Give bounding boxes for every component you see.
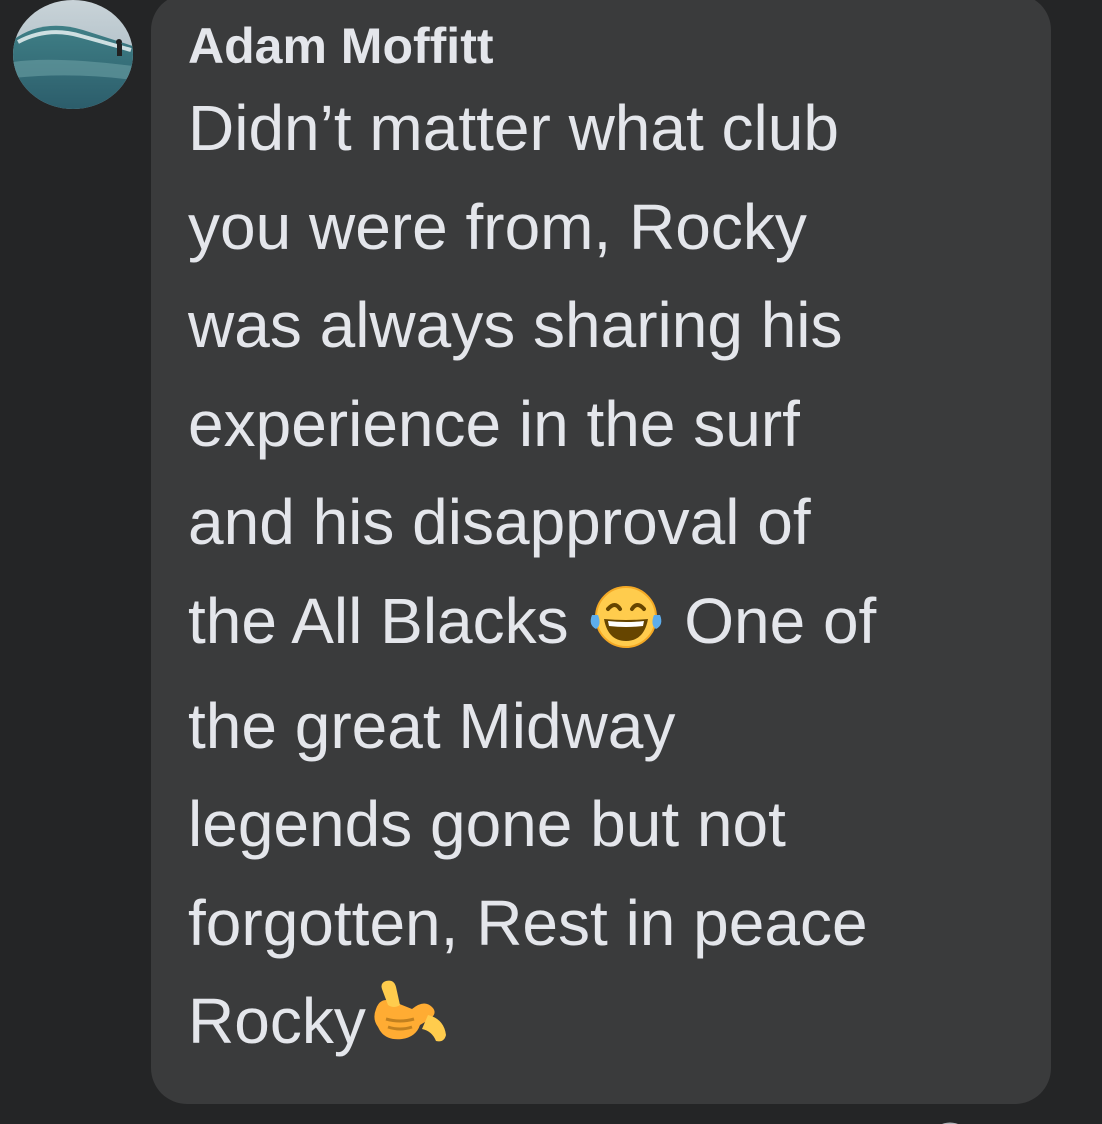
- comment-line-9: forgotten, Rest in peace: [188, 886, 868, 959]
- comment-line-4: experience in the surf: [188, 387, 800, 460]
- comment-row: Adam Moffitt Didn’t matter what club you…: [0, 0, 1102, 1124]
- face-with-tears-of-joy-icon: [586, 578, 666, 677]
- partial-icon-edge: [942, 1122, 958, 1124]
- comment-text: Didn’t matter what club you were from, R…: [188, 79, 1018, 1077]
- comment-author-name[interactable]: Adam Moffitt: [188, 16, 1021, 76]
- comment-bubble[interactable]: Adam Moffitt Didn’t matter what club you…: [151, 0, 1051, 1104]
- comment-line-3: was always sharing his: [188, 289, 843, 362]
- comment-line-10-text: Rocky: [188, 985, 366, 1058]
- comment-line-5: and his disapproval of: [188, 486, 811, 559]
- comment-line-2: you were from, Rocky: [188, 190, 807, 263]
- comment-line-10: Rocky: [188, 972, 1018, 1077]
- surf-wave-avatar-image: [13, 0, 133, 109]
- comment-line-1: Didn’t matter what club: [188, 92, 839, 164]
- comment-line-6-end: One of: [666, 584, 877, 657]
- comment-line-8: legends gone but not: [188, 788, 786, 861]
- comment-line-7: the great Midway: [188, 689, 676, 762]
- comment-line-6: the All Blacks One of: [188, 572, 1018, 677]
- avatar[interactable]: [13, 0, 133, 109]
- call-me-hand-icon: [366, 978, 450, 1077]
- comment-line-6-start: the All Blacks: [188, 584, 587, 657]
